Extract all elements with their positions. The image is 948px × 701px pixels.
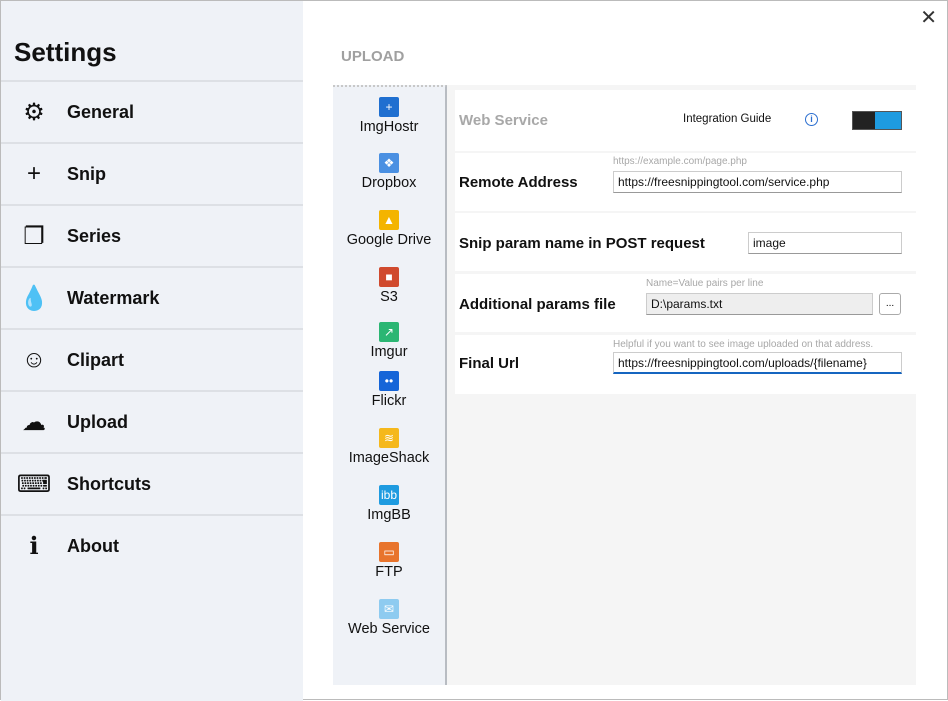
web-service-icon: ✉ xyxy=(379,599,399,619)
final-url-hint: Helpful if you want to see image uploade… xyxy=(613,339,874,350)
sidebar-item-label: Watermark xyxy=(67,287,160,308)
google-drive-icon: ▲ xyxy=(379,210,399,230)
params-file-input[interactable]: D:\params.txt xyxy=(646,293,873,315)
sidebar-item-label: Shortcuts xyxy=(67,473,152,494)
provider-label: ImgHostr xyxy=(359,119,419,135)
imghostr-icon: + xyxy=(379,97,399,117)
snip-param-input[interactable]: image xyxy=(748,232,902,254)
header-row: Web Service Integration Guide i xyxy=(455,90,916,151)
provider-s3[interactable]: ■ S3 xyxy=(333,267,445,305)
imgur-icon: ↗ xyxy=(379,322,399,342)
sidebar-item-shortcuts[interactable]: ⌨ Shortcuts xyxy=(1,452,303,514)
sidebar-item-label: Series xyxy=(67,225,122,246)
keyboard-icon: ⌨ xyxy=(16,470,52,498)
provider-ftp[interactable]: ▭ FTP xyxy=(333,542,445,580)
section-title: UPLOAD xyxy=(341,48,405,65)
provider-label: ImageShack xyxy=(348,450,430,466)
provider-imgur[interactable]: ↗ Imgur xyxy=(333,322,445,360)
close-button[interactable]: ✕ xyxy=(920,5,937,30)
provider-label: Dropbox xyxy=(361,175,417,191)
provider-imghostr[interactable]: + ImgHostr xyxy=(333,97,445,135)
params-file-row: Name=Value pairs per line Additional par… xyxy=(455,274,916,332)
sidebar-item-series[interactable]: ❐ Series xyxy=(1,204,303,266)
sidebar-item-watermark[interactable]: 💧 Watermark xyxy=(1,266,303,328)
remote-address-input[interactable]: https://freesnippingtool.com/service.php xyxy=(613,171,902,193)
sidebar: Settings ⚙ General + Snip ❐ Series 💧 Watermark ☺… xyxy=(1,1,303,701)
sidebar-nav: ⚙ General + Snip ❐ Series 💧 Watermark ☺ Clipart ☁ U… xyxy=(1,80,303,576)
remote-address-hint: https://example.com/page.php xyxy=(613,156,747,167)
provider-dropbox[interactable]: ❖ Dropbox xyxy=(333,153,445,191)
plus-icon: + xyxy=(26,160,41,187)
provider-list: + ImgHostr ❖ Dropbox ▲ Google Drive ■ S3 ↗ Imgur •… xyxy=(333,85,447,685)
cloud-upload-icon: ☁ xyxy=(22,408,46,436)
drops-icon: 💧 xyxy=(19,284,49,312)
imageshack-icon: ≋ xyxy=(379,428,399,448)
sidebar-item-general[interactable]: ⚙ General xyxy=(1,80,303,142)
settings-title: Settings xyxy=(14,37,117,67)
provider-label: Google Drive xyxy=(346,232,432,248)
provider-label: Web Service xyxy=(348,621,430,637)
sidebar-item-label: Upload xyxy=(67,411,128,432)
sidebar-item-label: Snip xyxy=(67,163,106,184)
final-url-input[interactable]: https://freesnippingtool.com/uploads/{fi… xyxy=(613,352,902,374)
sidebar-item-clipart[interactable]: ☺ Clipart xyxy=(1,328,303,390)
remote-address-label: Remote Address xyxy=(459,174,578,191)
params-file-hint: Name=Value pairs per line xyxy=(646,278,764,289)
params-file-label: Additional params file xyxy=(459,296,616,313)
series-icon: ❐ xyxy=(23,222,45,250)
web-service-form: Web Service Integration Guide i https://… xyxy=(447,85,916,685)
dropbox-icon: ❖ xyxy=(379,153,399,173)
sidebar-item-label: Clipart xyxy=(67,349,125,370)
enable-toggle[interactable] xyxy=(852,111,902,130)
flickr-icon: •• xyxy=(379,371,399,391)
provider-label: ImgBB xyxy=(367,507,411,523)
provider-web-service[interactable]: ✉ Web Service xyxy=(333,599,445,637)
provider-label: S3 xyxy=(380,289,398,305)
gear-icon: ⚙ xyxy=(23,98,45,126)
provider-label: Flickr xyxy=(371,393,407,409)
integration-guide-link[interactable]: Integration Guide xyxy=(683,113,771,125)
final-url-label: Final Url xyxy=(459,355,520,372)
s3-icon: ■ xyxy=(379,267,399,287)
provider-label: Imgur xyxy=(370,344,408,360)
provider-label: FTP xyxy=(375,564,403,580)
info-bubble-icon: ℹ xyxy=(29,532,39,560)
sidebar-item-label: General xyxy=(67,101,135,122)
provider-imageshack[interactable]: ≋ ImageShack xyxy=(333,428,445,466)
sidebar-item-about[interactable]: ℹ About xyxy=(1,514,303,576)
ftp-icon: ▭ xyxy=(379,542,399,562)
provider-imgbb[interactable]: ibb ImgBB xyxy=(333,485,445,523)
smiley-icon: ☺ xyxy=(21,346,47,373)
remote-address-row: https://example.com/page.php Remote Addr… xyxy=(455,153,916,211)
sidebar-item-snip[interactable]: + Snip xyxy=(1,142,303,204)
snip-param-row: Snip param name in POST request image xyxy=(455,213,916,271)
provider-flickr[interactable]: •• Flickr xyxy=(333,371,445,409)
snip-param-label: Snip param name in POST request xyxy=(459,235,705,252)
browse-button[interactable]: ... xyxy=(879,293,901,315)
provider-google-drive[interactable]: ▲ Google Drive xyxy=(333,210,445,248)
final-url-row: Helpful if you want to see image uploade… xyxy=(455,335,916,394)
sidebar-item-upload[interactable]: ☁ Upload xyxy=(1,390,303,452)
info-icon[interactable]: i xyxy=(805,113,818,126)
imgbb-icon: ibb xyxy=(379,485,399,505)
sidebar-item-label: About xyxy=(67,535,119,556)
form-title: Web Service xyxy=(459,112,548,129)
